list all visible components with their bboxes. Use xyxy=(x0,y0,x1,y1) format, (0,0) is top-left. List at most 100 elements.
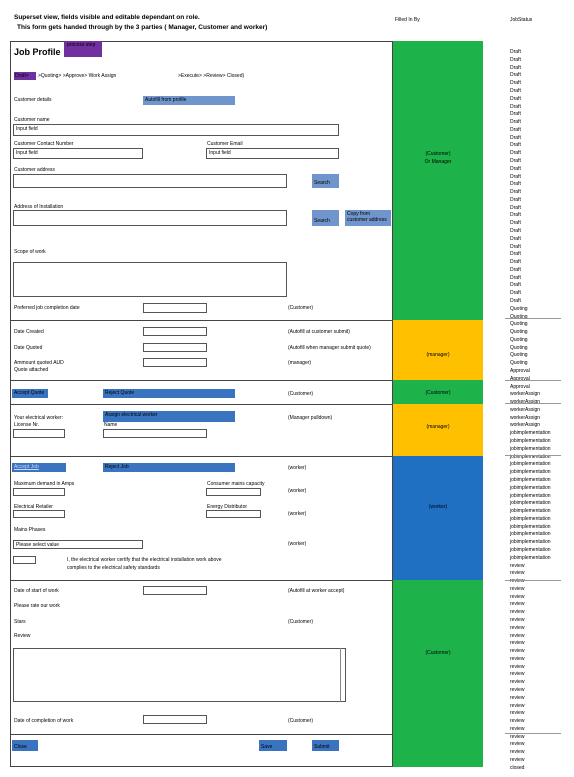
band-manager-assign: (manager) xyxy=(393,404,483,456)
review-scrollbar[interactable] xyxy=(340,648,341,702)
status-cell: review xyxy=(510,663,525,670)
status-cell: jobimplementation xyxy=(510,523,551,530)
accept-job-button[interactable]: Accept Job xyxy=(12,463,66,472)
input-placeholder: Input field xyxy=(209,150,231,156)
select-value: Please select value xyxy=(16,542,60,548)
amount-quoted-input[interactable] xyxy=(143,358,207,367)
note-customer: (Customer) xyxy=(288,391,314,397)
retailer-input[interactable] xyxy=(13,510,65,518)
status-cell: workerAssign xyxy=(510,414,541,421)
status-cell: Draft xyxy=(510,298,521,304)
completion-date-input[interactable] xyxy=(143,715,207,724)
divider xyxy=(10,320,393,321)
name-label: Name xyxy=(104,422,118,428)
page-title: Job Profile xyxy=(14,47,61,57)
distributor-input[interactable] xyxy=(206,510,261,518)
note-autofill-submit: (Autofill at customer submit) xyxy=(288,329,350,335)
amount-quoted-label: Ammount quoted AUD xyxy=(14,360,64,366)
status-cell: review xyxy=(510,671,525,678)
status-cell: jobimplementation xyxy=(510,531,551,538)
submit-button[interactable]: Submit xyxy=(312,740,339,751)
license-input[interactable] xyxy=(13,429,65,438)
status-cell: Draft xyxy=(510,243,521,250)
reject-quote-button[interactable]: Reject Quote xyxy=(103,389,235,398)
customer-email-input[interactable]: Input field xyxy=(206,148,339,159)
mains-phases-select[interactable]: Please select value xyxy=(13,540,143,549)
worker-name-input[interactable] xyxy=(103,429,207,438)
flow-draft: Draft> xyxy=(15,73,29,79)
customer-address-label: Customer address xyxy=(14,167,55,173)
scope-of-work-input[interactable] xyxy=(13,262,287,297)
note-customer: (Customer) xyxy=(288,619,314,625)
accept-quote-button[interactable]: Accept Quote xyxy=(12,389,48,398)
status-cell: Draft xyxy=(510,227,521,234)
status-cell: Draft xyxy=(510,134,521,141)
installation-address-search-button[interactable]: Search xyxy=(312,210,339,226)
status-cell: review xyxy=(510,609,525,616)
start-date-input[interactable] xyxy=(143,586,207,595)
customer-name-input[interactable]: Input field xyxy=(13,124,339,136)
band-label: (Customer) xyxy=(425,650,451,656)
completion-date-label: Date of completion of work xyxy=(14,718,74,724)
customer-email-label: Customer Email xyxy=(207,141,243,147)
preferred-date-input[interactable] xyxy=(143,303,207,313)
autofill-from-profile-button[interactable]: Autofill from profile xyxy=(143,96,235,105)
header-line-2: This form gets handed through by the 3 p… xyxy=(17,24,268,31)
status-cell: Draft xyxy=(510,64,521,71)
status-cell: Draft xyxy=(510,220,521,227)
max-demand-input[interactable] xyxy=(13,488,65,496)
assign-worker-button[interactable]: Assign electrical worker xyxy=(103,411,235,422)
save-button[interactable]: Save xyxy=(259,740,287,751)
status-cell: Draft xyxy=(510,126,521,133)
band-manager: (manager) xyxy=(393,320,483,380)
reject-job-button[interactable]: Reject Job xyxy=(103,463,235,472)
status-cell: Draft xyxy=(510,196,521,203)
status-cell: Quoting xyxy=(510,321,528,328)
status-cell: jobimplementation xyxy=(510,539,551,546)
job-status-header: JobStatus xyxy=(510,17,533,23)
band-label: Or Manager xyxy=(424,159,452,165)
status-cell: workerAssign xyxy=(510,406,541,413)
status-cell: jobimplementation xyxy=(510,546,551,553)
certify-text-1: I, the electrical worker certify that th… xyxy=(67,557,222,563)
license-label: License Nr. xyxy=(14,422,40,428)
status-cell: Approval xyxy=(510,368,530,374)
date-quoted-input[interactable] xyxy=(143,343,207,352)
status-cell: Quoting xyxy=(510,336,528,343)
status-cell: Draft xyxy=(510,157,521,164)
note-worker: (worker) xyxy=(288,511,307,517)
note-customer: (Customer) xyxy=(288,718,314,724)
status-cell: Draft xyxy=(510,49,521,55)
status-cell: Draft xyxy=(510,173,521,180)
status-cell: jobimplementation xyxy=(510,554,551,561)
status-cell: review xyxy=(510,655,525,662)
band-label: (worker) xyxy=(428,504,448,510)
contact-number-input[interactable]: Input field xyxy=(13,148,143,159)
band-customer: (Customer) xyxy=(393,380,483,404)
stars-label: Stars xyxy=(14,619,26,625)
installation-address-input[interactable] xyxy=(13,210,287,226)
close-button[interactable]: Close xyxy=(12,740,38,751)
review-textarea[interactable] xyxy=(13,648,346,702)
note-worker: (worker) xyxy=(288,541,307,547)
certify-checkbox[interactable] xyxy=(13,556,36,564)
customer-address-input[interactable] xyxy=(13,174,287,188)
status-cell: review xyxy=(510,601,525,608)
band-label: (Customer) xyxy=(425,151,451,157)
date-created-input[interactable] xyxy=(143,327,207,336)
consumer-capacity-input[interactable] xyxy=(206,488,261,496)
band-label: (manager) xyxy=(426,424,450,430)
status-cell: jobimplementation xyxy=(510,430,551,437)
status-divider xyxy=(505,455,561,456)
status-cell: review xyxy=(510,648,525,655)
status-cell: Draft xyxy=(510,290,521,297)
status-cell: review xyxy=(510,694,525,701)
status-cell: review xyxy=(510,702,525,709)
status-cell: Draft xyxy=(510,150,521,157)
note-worker: (worker) xyxy=(288,465,307,471)
status-cell: Draft xyxy=(510,251,521,258)
divider xyxy=(10,580,393,581)
note-autofill-quote: (Autofill when manager submit quote) xyxy=(288,345,371,351)
copy-from-customer-address-button[interactable]: Copy from customer address xyxy=(345,210,391,226)
customer-address-search-button[interactable]: Search xyxy=(312,174,339,188)
